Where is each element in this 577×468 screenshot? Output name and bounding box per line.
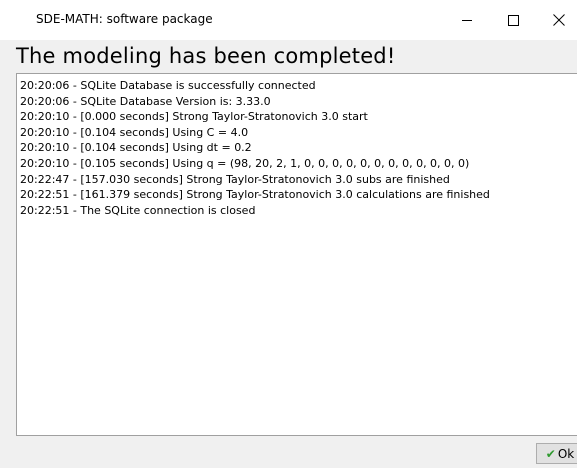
log-line: 20:22:51 - [161.379 seconds] Strong Tayl… [20,188,490,202]
log-output[interactable]: 20:20:06 - SQLite Database is successful… [16,73,577,436]
ok-button-label: Ok [557,446,575,461]
minimize-icon [462,19,472,21]
log-line: 20:22:51 - The SQLite connection is clos… [20,203,256,217]
log-line: 20:22:47 - [157.030 seconds] Strong Tayl… [20,172,450,186]
completion-heading: The modeling has been completed! [16,44,396,68]
log-line: 20:20:06 - SQLite Database Version is: 3… [20,94,271,108]
check-icon: ✔ [545,446,556,461]
log-line: 20:20:10 - [0.105 seconds] Using q = (98… [20,156,470,170]
close-icon [553,14,565,26]
maximize-button[interactable] [490,0,536,40]
log-line: 20:20:10 - [0.104 seconds] Using C = 4.0 [20,125,249,139]
log-lines: 20:20:06 - SQLite Database is successful… [17,74,577,218]
dialog-window: SDE-MATH: software package The modeling … [0,0,577,468]
minimize-button[interactable] [444,0,490,40]
title-bar[interactable]: SDE-MATH: software package [0,0,577,40]
close-button[interactable] [536,0,577,40]
log-line: 20:20:10 - [0.000 seconds] Strong Taylor… [20,110,368,124]
ok-button[interactable]: ✔ Ok [536,443,577,464]
log-line: 20:20:06 - SQLite Database is successful… [20,79,316,92]
log-line: 20:20:10 - [0.104 seconds] Using dt = 0.… [20,141,252,155]
window-title: SDE-MATH: software package [36,12,213,26]
maximize-icon [507,14,519,26]
